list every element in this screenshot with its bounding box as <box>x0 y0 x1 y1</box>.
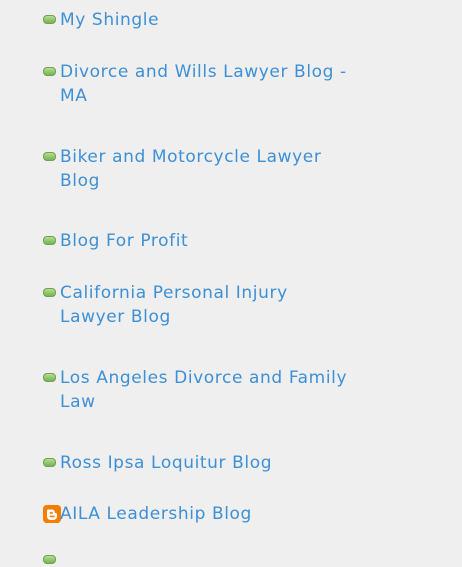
blog-link[interactable]: Ross Ipsa Loquitur Blog <box>60 451 272 475</box>
blog-link-line: Blog <box>60 171 100 191</box>
green-bullet-icon <box>43 373 56 382</box>
blog-link[interactable]: Biker and Motorcycle Lawyer Blog <box>60 145 321 193</box>
blog-link-line: Law <box>60 392 96 412</box>
blog-link-line: Divorce and Wills Lawyer Blog - <box>60 62 347 82</box>
green-bullet-icon <box>43 458 56 467</box>
blog-link-list: My Shingle Divorce and Wills Lawyer Blog… <box>0 0 462 567</box>
green-bullet-icon <box>43 15 56 24</box>
blog-link-line: Biker and Motorcycle Lawyer <box>60 147 322 167</box>
blogger-icon <box>43 505 61 523</box>
green-bullet-icon <box>43 288 56 297</box>
blog-link-line: MA <box>60 86 88 106</box>
blog-link[interactable]: Blog For Profit <box>60 229 188 253</box>
green-bullet-icon <box>43 67 56 76</box>
blog-link[interactable]: My Shingle <box>60 8 159 32</box>
blog-link[interactable]: California Personal Injury Lawyer Blog <box>60 281 288 329</box>
green-bullet-icon <box>43 152 56 161</box>
green-bullet-icon <box>43 555 56 564</box>
blog-link[interactable]: Divorce and Wills Lawyer Blog - MA <box>60 60 347 108</box>
blog-link-line: Los Angeles Divorce and Family <box>60 368 348 388</box>
green-bullet-icon <box>43 236 56 245</box>
blog-link-line: Lawyer Blog <box>60 307 171 327</box>
blog-link-line: California Personal Injury <box>60 283 288 303</box>
blog-link[interactable]: AILA Leadership Blog <box>60 502 252 526</box>
blog-link[interactable]: Los Angeles Divorce and Family Law <box>60 366 347 414</box>
